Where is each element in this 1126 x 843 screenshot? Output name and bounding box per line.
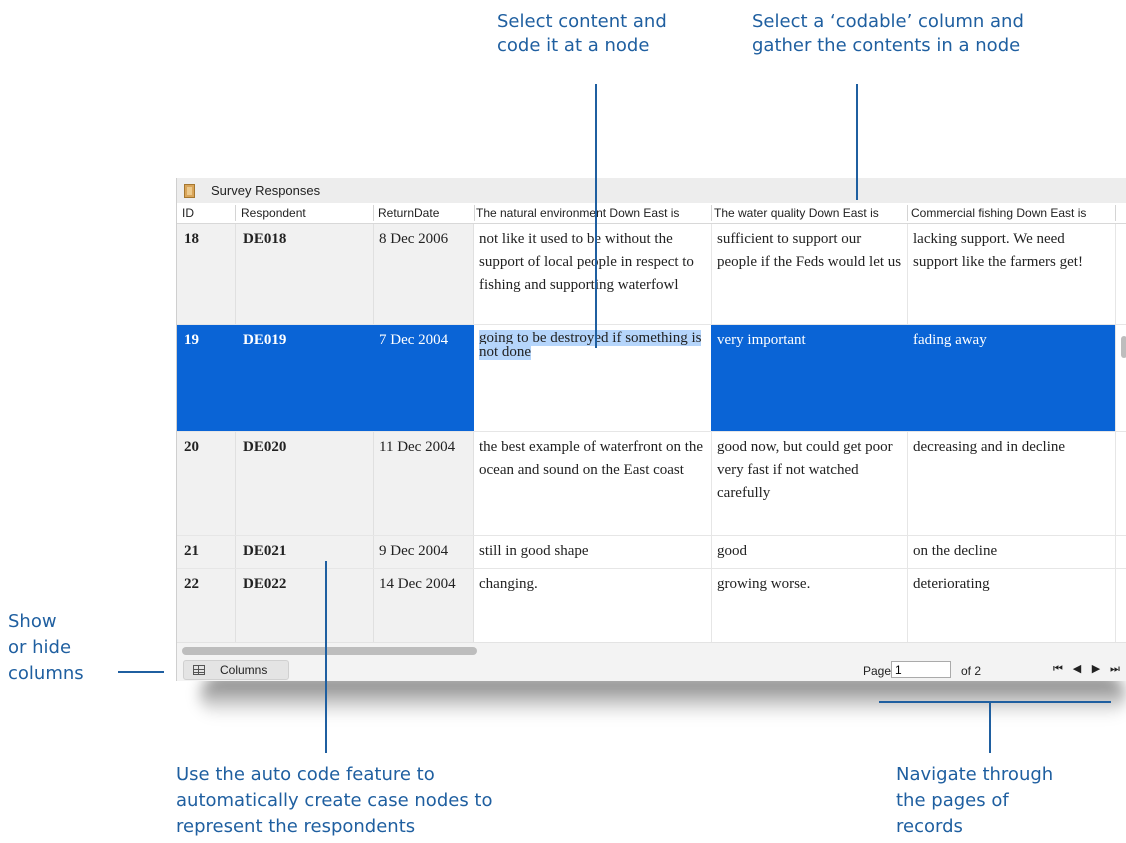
callout-show-hide-columns: Show or hide columns: [8, 611, 84, 684]
page-number-input[interactable]: [891, 661, 951, 678]
cell-respondent[interactable]: DE018: [235, 224, 373, 324]
leader-line-show-hide: [118, 671, 164, 673]
cell-returndate[interactable]: 7 Dec 2004: [373, 325, 474, 431]
column-header-row: ID Respondent ReturnDate The natural env…: [177, 203, 1126, 224]
column-header-respondent[interactable]: Respondent: [241, 206, 371, 220]
column-divider[interactable]: [711, 205, 712, 221]
cell-water-quality[interactable]: very important: [711, 325, 907, 431]
cell-water-quality[interactable]: growing worse.: [711, 569, 907, 642]
cell-filler: [1115, 224, 1126, 324]
callout-codable-column: Select a ‘codable’ column and gather the…: [752, 11, 1024, 56]
cell-commercial-fishing[interactable]: deteriorating: [907, 569, 1115, 642]
cell-natural-environment-editing[interactable]: going to be destroyed if something is no…: [474, 325, 711, 431]
window-titlebar: Survey Responses: [177, 178, 1126, 203]
column-header-natural-environment[interactable]: The natural environment Down East is: [476, 206, 710, 220]
cell-id[interactable]: 18: [177, 224, 235, 324]
callout-auto-code: Use the auto code feature to automatical…: [176, 764, 493, 837]
column-header-water-quality[interactable]: The water quality Down East is: [714, 206, 906, 220]
previous-page-icon[interactable]: ◀: [1070, 661, 1084, 677]
cell-returndate[interactable]: 8 Dec 2006: [373, 224, 474, 324]
window-title: Survey Responses: [211, 183, 321, 198]
leader-line-codable-column: [856, 84, 858, 200]
column-divider[interactable]: [235, 205, 236, 221]
column-divider[interactable]: [907, 205, 908, 221]
table-footer: Columns Page of 2 ⏮ ◀ ▶ ⏭: [177, 642, 1126, 681]
cell-commercial-fishing[interactable]: on the decline: [907, 536, 1115, 568]
column-divider[interactable]: [1115, 205, 1116, 221]
cell-filler: [1115, 569, 1126, 642]
cell-natural-environment[interactable]: changing.: [474, 569, 711, 642]
page-label: Page: [863, 664, 892, 678]
table-row[interactable]: 22 DE022 14 Dec 2004 changing. growing w…: [177, 569, 1126, 642]
cell-returndate[interactable]: 11 Dec 2004: [373, 432, 474, 535]
columns-button[interactable]: Columns: [183, 660, 289, 680]
records-grid: 18 DE018 8 Dec 2006 not like it used to …: [177, 224, 1126, 642]
leader-line-select-content: [595, 84, 597, 348]
table-row-selected[interactable]: 19 DE019 7 Dec 2004 going to be destroye…: [177, 325, 1126, 432]
table-row[interactable]: 18 DE018 8 Dec 2006 not like it used to …: [177, 224, 1126, 325]
cell-returndate[interactable]: 14 Dec 2004: [373, 569, 474, 642]
document-icon: [184, 184, 195, 198]
cell-id[interactable]: 21: [177, 536, 235, 568]
cell-water-quality[interactable]: good now, but could get poor very fast i…: [711, 432, 907, 535]
cell-id[interactable]: 19: [177, 325, 235, 431]
columns-button-label: Columns: [220, 663, 268, 677]
leader-line-navigate-vertical: [989, 701, 991, 753]
horizontal-scrollbar[interactable]: [182, 647, 477, 655]
survey-table-window: Survey Responses ID Respondent ReturnDat…: [176, 178, 1126, 681]
selected-text[interactable]: going to be destroyed if something is no…: [479, 330, 702, 360]
column-divider[interactable]: [373, 205, 374, 221]
page-count-label: of 2: [961, 664, 982, 678]
leader-line-navigate-horizontal: [879, 701, 1111, 703]
callout-select-content: Select content and code it at a node: [497, 11, 667, 56]
first-page-icon[interactable]: ⏮: [1051, 661, 1065, 677]
table-icon: [193, 665, 205, 675]
column-header-id[interactable]: ID: [182, 206, 232, 220]
callout-navigate: Navigate through the pages of records: [896, 764, 1054, 837]
cell-filler: [1115, 536, 1126, 568]
next-page-icon[interactable]: ▶: [1089, 661, 1103, 677]
cell-water-quality[interactable]: good: [711, 536, 907, 568]
cell-commercial-fishing[interactable]: lacking support. We need support like th…: [907, 224, 1115, 324]
cell-natural-environment[interactable]: still in good shape: [474, 536, 711, 568]
last-page-icon[interactable]: ⏭: [1108, 661, 1122, 677]
column-divider[interactable]: [474, 205, 475, 221]
cell-respondent[interactable]: DE022: [235, 569, 373, 642]
cell-returndate[interactable]: 9 Dec 2004: [373, 536, 474, 568]
leader-line-auto-code: [325, 561, 327, 753]
column-header-commercial-fishing[interactable]: Commercial fishing Down East is: [911, 206, 1114, 220]
cell-id[interactable]: 22: [177, 569, 235, 642]
cell-commercial-fishing[interactable]: decreasing and in decline: [907, 432, 1115, 535]
cell-respondent[interactable]: DE019: [235, 325, 373, 431]
cell-filler: [1115, 432, 1126, 535]
cell-natural-environment[interactable]: the best example of waterfront on the oc…: [474, 432, 711, 535]
vertical-scrollbar[interactable]: [1121, 336, 1126, 358]
column-header-returndate[interactable]: ReturnDate: [378, 206, 472, 220]
cell-water-quality[interactable]: sufficient to support our people if the …: [711, 224, 907, 324]
cell-respondent[interactable]: DE020: [235, 432, 373, 535]
cell-id[interactable]: 20: [177, 432, 235, 535]
cell-commercial-fishing[interactable]: fading away: [907, 325, 1115, 431]
table-row[interactable]: 20 DE020 11 Dec 2004 the best example of…: [177, 432, 1126, 536]
window-shadow: [200, 676, 1126, 716]
cell-natural-environment[interactable]: not like it used to be without the suppo…: [474, 224, 711, 324]
cell-respondent[interactable]: DE021: [235, 536, 373, 568]
table-row[interactable]: 21 DE021 9 Dec 2004 still in good shape …: [177, 536, 1126, 569]
